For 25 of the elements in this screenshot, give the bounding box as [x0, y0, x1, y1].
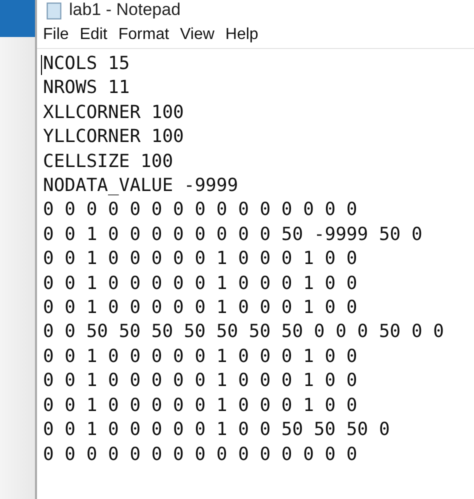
text-line: YLLCORNER 100	[43, 125, 184, 150]
menu-item[interactable]: File	[43, 26, 69, 44]
window-title: lab1 - Notepad	[69, 0, 181, 20]
notepad-icon	[45, 2, 63, 20]
text-line: 0 0 0 0 0 0 0 0 0 0 0 0 0 0 0	[43, 442, 358, 466]
text-line: 0 0 1 0 0 0 0 0 1 0 0 50 50 50 0	[43, 418, 390, 442]
text-line: NCOLS 15	[43, 52, 130, 76]
text-line: 0 0 1 0 0 0 0 0 1 0 0 0 1 0 0	[43, 247, 358, 272]
text-line: 0 0 1 0 0 0 0 0 1 0 0 0 1 0 0	[43, 369, 358, 394]
text-line: XLLCORNER 100	[43, 100, 184, 125]
text-line: 0 0 1 0 0 0 0 0 1 0 0 0 1 0 0	[43, 296, 358, 320]
text-line: NODATA_VALUE -9999	[43, 174, 238, 198]
menu-item[interactable]: Help	[225, 26, 258, 44]
menu-item[interactable]: View	[180, 26, 214, 44]
menu-item[interactable]: Format	[118, 26, 170, 44]
menu-item[interactable]: Edit	[80, 26, 108, 44]
text-line: NROWS 11	[43, 76, 130, 100]
text-line: CELLSIZE 100	[43, 150, 174, 174]
text-line: 0 0 1 0 0 0 0 0 1 0 0 0 1 0 0	[43, 272, 358, 296]
text-line: 0 0 50 50 50 50 50 50 50 0 0 0 50 0 0	[43, 320, 444, 344]
text-cursor	[41, 55, 42, 75]
text-line: 0 0 1 0 0 0 0 0 0 0 0 50 -9999 50 0	[43, 222, 422, 247]
text-line: 0 0 1 0 0 0 0 0 1 0 0 0 1 0 0	[43, 394, 358, 418]
text-line: 0 0 1 0 0 0 0 0 1 0 0 0 1 0 0	[43, 344, 358, 369]
text-line: 0 0 0 0 0 0 0 0 0 0 0 0 0 0 0	[43, 198, 358, 222]
